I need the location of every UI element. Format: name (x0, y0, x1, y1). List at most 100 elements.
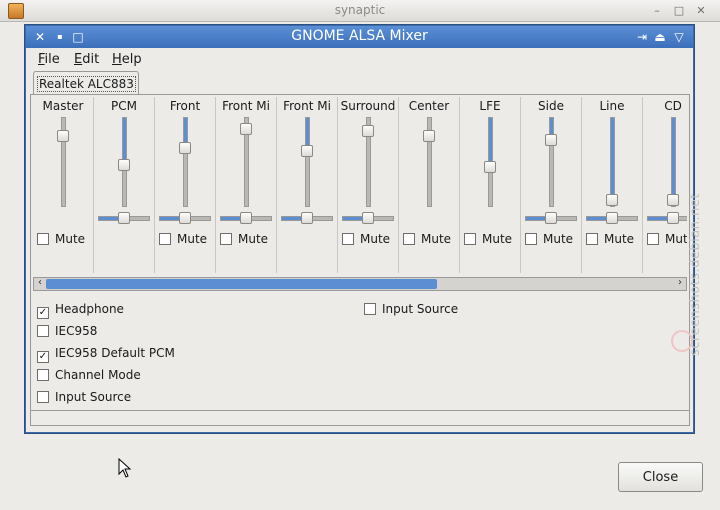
channel-strip-area: Master Mute PCM Front Mute Front Mi Mute Front … (33, 97, 687, 275)
checkbox-box[interactable] (37, 325, 49, 337)
balance-slider-knob[interactable] (667, 212, 679, 224)
mute-label: Mute (665, 232, 687, 246)
maximize-icon[interactable]: □ (672, 4, 686, 18)
checkbox-box[interactable] (586, 233, 598, 245)
volume-slider-knob[interactable] (240, 123, 252, 135)
mixer-menu-icon[interactable]: ▽ (671, 29, 687, 45)
channel-label: Master (42, 99, 84, 113)
volume-slider-knob[interactable] (118, 159, 130, 171)
switch-checkbox[interactable]: Input Source (37, 390, 131, 404)
synaptic-window-title: synaptic (334, 3, 386, 17)
channel-strip: Master Mute (33, 97, 94, 273)
checkbox-box[interactable] (647, 233, 659, 245)
mixer-titlebar: ✕ ▪ □ GNOME ALSA Mixer ⇥ ⏏ ▽ (26, 26, 693, 48)
checkbox-box[interactable] (159, 233, 171, 245)
switch-checkbox[interactable]: IEC958 (37, 324, 97, 338)
volume-slider-knob[interactable] (57, 130, 69, 142)
checkbox-box[interactable]: ✓ (37, 307, 49, 319)
mute-checkbox[interactable]: Mute (647, 232, 687, 246)
tab-realtek[interactable]: Realtek ALC883 (33, 71, 139, 95)
switch-checkbox[interactable]: ✓ Headphone (37, 302, 124, 319)
switch-checkbox[interactable]: Channel Mode (37, 368, 141, 382)
mute-label: Mute (177, 232, 208, 246)
channel-label: Front (169, 99, 201, 113)
mute-checkbox[interactable]: Mute (403, 232, 451, 246)
volume-slider-fill (123, 118, 126, 164)
mute-checkbox[interactable]: Mute (220, 232, 268, 246)
volume-slider-knob[interactable] (362, 125, 374, 137)
mute-label: Mute (55, 232, 86, 246)
balance-slider-knob[interactable] (179, 212, 191, 224)
channel-label: Side (538, 99, 564, 113)
checkbox-box[interactable] (464, 233, 476, 245)
balance-slider-knob[interactable] (240, 212, 252, 224)
mute-checkbox[interactable]: Mute (342, 232, 390, 246)
checkbox-box[interactable] (37, 391, 49, 403)
volume-slider-knob[interactable] (423, 130, 435, 142)
channel-label: Front Mi (222, 99, 270, 113)
channel-label: CD (664, 99, 682, 113)
volume-slider-fill (611, 118, 614, 199)
channel-strip: Surround Mute (338, 97, 399, 273)
checkbox-box[interactable] (525, 233, 537, 245)
close-icon[interactable]: ✕ (694, 4, 708, 18)
balance-slider-knob[interactable] (362, 212, 374, 224)
checkbox-box[interactable] (342, 233, 354, 245)
scroll-left-icon[interactable]: ‹ (34, 277, 46, 289)
menu-help[interactable]: Help (112, 52, 142, 67)
channel-label: PCM (111, 99, 137, 113)
checkbox-box[interactable] (37, 369, 49, 381)
mute-checkbox[interactable]: Mute (159, 232, 207, 246)
balance-slider-knob[interactable] (545, 212, 557, 224)
checkbox-box[interactable]: ✓ (37, 351, 49, 363)
volume-slider-knob[interactable] (179, 142, 191, 154)
volume-slider-track[interactable] (183, 117, 188, 207)
volume-slider-knob[interactable] (545, 134, 557, 146)
mute-checkbox[interactable]: Mute (37, 232, 85, 246)
checkbox-box[interactable] (220, 233, 232, 245)
balance-slider-knob[interactable] (606, 212, 618, 224)
checkbox-box[interactable] (403, 233, 415, 245)
switch-options: ✓ Headphone IEC958 ✓ IEC958 Default PCM Chann… (31, 294, 689, 410)
checkbox-box[interactable] (37, 233, 49, 245)
switch-label: IEC958 Default PCM (55, 346, 175, 360)
channel-strip: Center Mute (399, 97, 460, 273)
volume-slider-knob[interactable] (667, 194, 679, 206)
switch-label: Input Source (382, 302, 459, 316)
close-button[interactable]: Close (618, 462, 703, 492)
mixer-window-title: GNOME ALSA Mixer (291, 28, 428, 44)
mixer-shade-icon[interactable]: ⇥ (634, 29, 650, 45)
volume-slider-track[interactable] (549, 117, 554, 207)
volume-slider-knob[interactable] (606, 194, 618, 206)
mute-label: Mute (482, 232, 513, 246)
horizontal-scrollbar[interactable]: ‹ › (33, 277, 687, 291)
mute-label: Mute (543, 232, 574, 246)
channel-label: Surround (340, 99, 396, 113)
balance-slider-knob[interactable] (118, 212, 130, 224)
menu-file[interactable]: File (38, 52, 60, 67)
switch-label: Input Source (55, 390, 132, 404)
checkbox-box[interactable] (364, 303, 376, 315)
mute-checkbox[interactable]: Mute (525, 232, 573, 246)
volume-slider-knob[interactable] (301, 145, 313, 157)
menu-edit[interactable]: Edit (74, 52, 99, 67)
volume-slider-knob[interactable] (484, 161, 496, 173)
switch-checkbox[interactable]: Input Source (364, 302, 458, 316)
switch-label: Channel Mode (55, 368, 141, 382)
mixer-raise-icon[interactable]: ⏏ (652, 29, 668, 45)
minimize-icon[interactable]: – (650, 4, 664, 18)
watermark-text: screenshots.debian.net (688, 193, 703, 356)
scrollbar-thumb[interactable] (46, 279, 437, 289)
scroll-right-icon[interactable]: › (674, 277, 686, 289)
channel-strip: Front Mi (277, 97, 338, 273)
mute-checkbox[interactable]: Mute (464, 232, 512, 246)
switch-checkbox[interactable]: ✓ IEC958 Default PCM (37, 346, 175, 363)
channel-strip: CD Mute (643, 97, 687, 273)
mute-label: Mute (421, 232, 452, 246)
balance-slider-knob[interactable] (301, 212, 313, 224)
channel-strip: Front Mute (155, 97, 216, 273)
volume-slider-track[interactable] (305, 117, 310, 207)
channel-label: Line (599, 99, 625, 113)
mute-checkbox[interactable]: Mute (586, 232, 634, 246)
tab-label: Realtek ALC883 (37, 76, 136, 92)
